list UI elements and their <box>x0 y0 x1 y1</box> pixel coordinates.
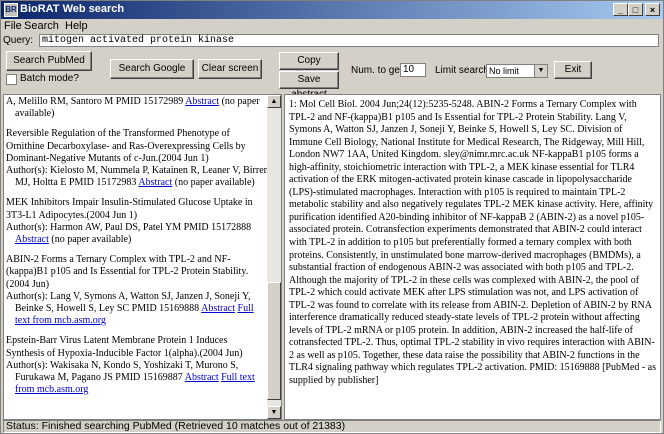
result-title: ABIN-2 Forms a Ternary Complex with TPL-… <box>6 254 249 290</box>
num-to-get-input[interactable]: 10 <box>400 63 426 77</box>
menu-help[interactable]: Help <box>65 20 88 32</box>
menu-file[interactable]: File <box>4 20 22 32</box>
copy-abstract-button[interactable]: Copy abstract <box>279 52 339 81</box>
result-note: (no paper available) <box>174 177 255 189</box>
result-note: (no paper available) <box>51 234 132 246</box>
batch-mode-label: Batch mode? <box>20 73 79 84</box>
result-title: Reversible Regulation of the Transformed… <box>6 128 246 164</box>
search-google-button[interactable]: Search Google <box>110 59 194 79</box>
result-item: Epstein-Barr Virus Latent Membrane Prote… <box>6 335 268 396</box>
scroll-up-icon[interactable]: ▲ <box>267 95 281 108</box>
abstract-link[interactable]: Abstract <box>201 303 235 314</box>
app-icon: BR <box>4 3 18 17</box>
close-button[interactable]: × <box>645 3 660 16</box>
menu-bar: File Search Help <box>1 19 663 34</box>
batch-mode-checkbox[interactable] <box>6 74 17 85</box>
limit-search-value: No limit <box>489 66 520 76</box>
abstract-link[interactable]: Abstract <box>138 177 172 188</box>
result-item: Reversible Regulation of the Transformed… <box>6 128 268 189</box>
search-pubmed-button[interactable]: Search PubMed <box>6 51 92 71</box>
results-list: A, Melillo RM, Santoro M PMID 15172989 A… <box>6 95 268 404</box>
limit-search-select[interactable]: No limit ▼ <box>486 64 548 78</box>
result-item: MEK Inhibitors Impair Insulin-Stimulated… <box>6 197 268 246</box>
abstract-link[interactable]: Abstract <box>185 96 219 107</box>
save-abstract-button[interactable]: Save abstract <box>279 71 339 100</box>
app-window: BR BioRAT Web search _ □ × File Search H… <box>0 0 664 434</box>
scroll-thumb[interactable] <box>267 282 281 400</box>
results-pane[interactable]: A, Melillo RM, Santoro M PMID 15172989 A… <box>3 94 282 420</box>
limit-search-label: Limit search: <box>435 65 492 76</box>
results-scrollbar[interactable]: ▲ ▼ <box>267 95 281 419</box>
abstract-link[interactable]: Abstract <box>15 234 49 245</box>
result-authors: Author(s): Harmon AW, Paul DS, Patel YM … <box>6 221 252 233</box>
clear-screen-button[interactable]: Clear screen <box>198 59 262 79</box>
minimize-button[interactable]: _ <box>613 3 628 16</box>
status-bar: Status: Finished searching PubMed (Retri… <box>3 420 661 433</box>
query-input[interactable]: mitogen activated protein kinase <box>39 34 659 47</box>
chevron-down-icon[interactable]: ▼ <box>534 65 547 77</box>
maximize-button[interactable]: □ <box>628 3 643 16</box>
result-item: ABIN-2 Forms a Ternary Complex with TPL-… <box>6 254 268 327</box>
query-row: Query: mitogen activated protein kinase <box>1 34 663 48</box>
num-to-get-label: Num. to get: <box>351 65 406 76</box>
window-title: BioRAT Web search <box>20 3 125 15</box>
menu-search[interactable]: Search <box>24 20 59 32</box>
result-title: MEK Inhibitors Impair Insulin-Stimulated… <box>6 197 253 221</box>
exit-button[interactable]: Exit <box>554 61 592 79</box>
abstract-link[interactable]: Abstract <box>185 372 219 383</box>
query-label: Query: <box>3 35 34 46</box>
scroll-down-icon[interactable]: ▼ <box>267 406 281 419</box>
abstract-pane[interactable]: 1: Mol Cell Biol. 2004 Jun;24(12):5235-5… <box>284 94 661 420</box>
result-authors: A, Melillo RM, Santoro M PMID 15172989 <box>6 96 184 107</box>
abstract-text: 1: Mol Cell Biol. 2004 Jun;24(12):5235-5… <box>289 99 656 387</box>
result-item: A, Melillo RM, Santoro M PMID 15172989 A… <box>6 96 268 120</box>
result-title: Epstein-Barr Virus Latent Membrane Prote… <box>6 335 243 359</box>
title-bar: BR BioRAT Web search _ □ × <box>1 1 663 19</box>
